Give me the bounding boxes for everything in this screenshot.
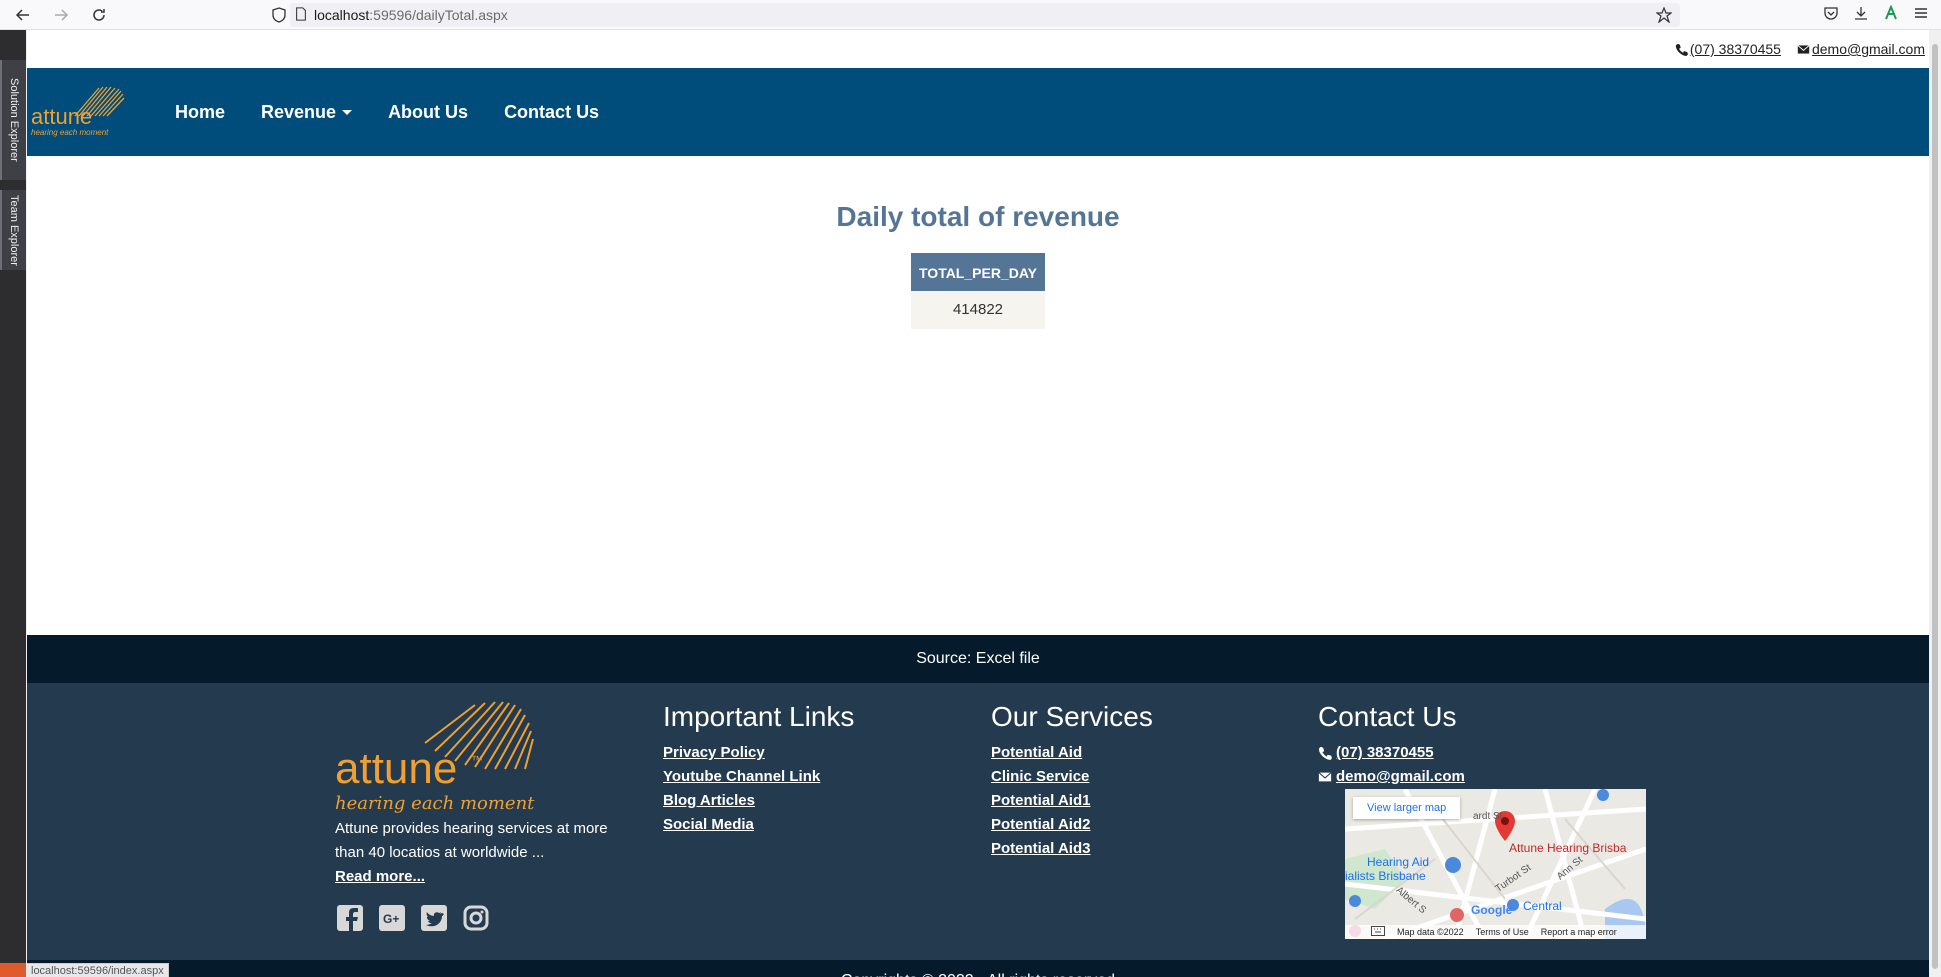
- scrollbar-thumb[interactable]: [1932, 44, 1938, 969]
- url-host: localhost: [314, 7, 370, 23]
- brand-name: attune: [31, 104, 93, 129]
- envelope-icon: [1318, 772, 1332, 782]
- bookmark-star-icon[interactable]: [1655, 6, 1673, 26]
- nav-contact[interactable]: Contact Us: [486, 102, 617, 123]
- copyright-bar: Copyrights © 2022 - All rights reserved: [27, 960, 1929, 977]
- footer-brand-tagline: hearing each moment: [335, 793, 535, 814]
- map-street1-label: ardt St: [1473, 811, 1503, 822]
- status-url-tooltip: localhost:59596/index.aspx: [27, 963, 169, 977]
- map-place-label: Attune Hearing Brisba: [1509, 841, 1627, 855]
- page-icon: [294, 6, 308, 24]
- read-more-link[interactable]: Read more...: [335, 865, 635, 889]
- ide-side-strip: Solution Explorer Team Explorer: [0, 30, 26, 977]
- menu-icon[interactable]: [1913, 5, 1929, 26]
- revenue-table: TOTAL_PER_DAY 414822: [911, 253, 1045, 329]
- top-phone-text: (07) 38370455: [1689, 41, 1781, 57]
- pocket-icon[interactable]: [1823, 5, 1839, 26]
- caret-down-icon: [342, 109, 353, 115]
- social-icons: G+: [335, 903, 635, 933]
- contact-title: Contact Us: [1318, 701, 1457, 732]
- solution-explorer-tab[interactable]: Solution Explorer: [0, 60, 26, 180]
- about-description: Attune provides hearing services at more…: [335, 820, 608, 861]
- service-potential-aid3[interactable]: Potential Aid3: [991, 837, 1153, 861]
- envelope-icon: [1797, 44, 1810, 54]
- back-icon[interactable]: [8, 0, 38, 30]
- page-scrollbar[interactable]: [1929, 30, 1941, 977]
- top-contact-bar: (07) 38370455 demo@gmail.com: [27, 30, 1929, 68]
- ide-corner-indicator: [0, 963, 26, 977]
- map-data-text: Map data ©2022: [1397, 927, 1464, 937]
- brand-tagline: hearing each moment: [31, 128, 109, 137]
- top-email-link[interactable]: demo@gmail.com: [1797, 41, 1925, 57]
- browser-actions: [1823, 0, 1941, 30]
- footer-links: Important Links Privacy Policy Youtube C…: [663, 701, 854, 837]
- footer-about: attune ™ hearing each moment Attune prov…: [335, 699, 635, 933]
- team-explorer-tab[interactable]: Team Explorer: [0, 190, 26, 270]
- service-clinic-service[interactable]: Clinic Service: [991, 765, 1153, 789]
- footer-brand-tm: ™: [471, 753, 483, 767]
- footer-about-text: Attune provides hearing services at more…: [335, 817, 635, 889]
- brand-logo[interactable]: attune hearing each moment: [27, 68, 157, 156]
- reload-icon[interactable]: [84, 0, 114, 30]
- svg-text:G+: G+: [383, 912, 399, 926]
- link-privacy-policy[interactable]: Privacy Policy: [663, 741, 854, 765]
- nav-home[interactable]: Home: [157, 102, 243, 123]
- url-path: :59596/dailyTotal.aspx: [369, 7, 508, 23]
- top-phone-link[interactable]: (07) 38370455: [1675, 41, 1781, 57]
- service-potential-aid[interactable]: Potential Aid: [991, 741, 1153, 765]
- footer: attune ™ hearing each moment Attune prov…: [27, 683, 1929, 960]
- address-bar[interactable]: localhost:59596/dailyTotal.aspx: [290, 3, 1680, 27]
- twitter-icon[interactable]: [419, 903, 449, 933]
- links-title: Important Links: [663, 701, 855, 732]
- map-google-logo: Google: [1471, 903, 1513, 917]
- browser-toolbar: localhost:59596/dailyTotal.aspx: [0, 0, 1941, 30]
- table-header: TOTAL_PER_DAY: [911, 253, 1045, 291]
- link-youtube-channel[interactable]: Youtube Channel Link: [663, 765, 854, 789]
- embedded-map[interactable]: View larger map Attune Hearing Brisba He…: [1345, 789, 1646, 939]
- phone-icon: [1675, 43, 1688, 56]
- footer-email-text: demo@gmail.com: [1336, 768, 1465, 785]
- footer-brand-name: attune: [335, 744, 458, 793]
- link-social-media[interactable]: Social Media: [663, 813, 854, 837]
- map-place3-label: ialists Brisbane: [1345, 869, 1426, 883]
- footer-phone-link[interactable]: (07) 38370455: [1318, 741, 1465, 765]
- service-potential-aid1[interactable]: Potential Aid1: [991, 789, 1153, 813]
- page-title: Daily total of revenue: [836, 201, 1120, 232]
- services-title: Our Services: [991, 701, 1153, 732]
- footer-phone-text: (07) 38370455: [1336, 744, 1434, 761]
- instagram-icon[interactable]: [461, 903, 491, 933]
- footer-services: Our Services Potential Aid Clinic Servic…: [991, 701, 1153, 861]
- nav-revenue-label: Revenue: [261, 101, 337, 122]
- main-navbar: attune hearing each moment Home Revenue …: [27, 68, 1929, 156]
- nav-menu: Home Revenue About Us Contact Us: [157, 102, 617, 123]
- nav-revenue-dropdown[interactable]: Revenue: [243, 102, 370, 123]
- phone-icon: [1318, 746, 1332, 760]
- download-icon[interactable]: [1853, 5, 1869, 26]
- top-email-text: demo@gmail.com: [1811, 41, 1925, 57]
- web-page: (07) 38370455 demo@gmail.com attune hear…: [27, 30, 1929, 977]
- map-central-label: Central: [1523, 899, 1562, 913]
- source-bar: Source: Excel file: [27, 635, 1929, 683]
- keyboard-icon[interactable]: [1371, 926, 1385, 938]
- link-blog-articles[interactable]: Blog Articles: [663, 789, 854, 813]
- footer-logo[interactable]: attune ™ hearing each moment: [335, 699, 595, 814]
- map-report-link[interactable]: Report a map error: [1541, 927, 1617, 937]
- table-cell: 414822: [911, 291, 1045, 329]
- facebook-icon[interactable]: [335, 903, 365, 933]
- map-terms-link[interactable]: Terms of Use: [1476, 927, 1529, 937]
- main-content: Daily total of revenue TOTAL_PER_DAY 414…: [27, 156, 1929, 635]
- forward-icon[interactable]: [46, 0, 76, 30]
- view-larger-map-link[interactable]: View larger map: [1353, 797, 1461, 819]
- extension-icon[interactable]: [1883, 3, 1899, 26]
- footer-email-link[interactable]: demo@gmail.com: [1318, 765, 1465, 789]
- service-potential-aid2[interactable]: Potential Aid2: [991, 813, 1153, 837]
- google-plus-icon[interactable]: G+: [377, 903, 407, 933]
- map-place2-label: Hearing Aid: [1367, 855, 1430, 869]
- map-attribution-bar: Map data ©2022 Terms of Use Report a map…: [1345, 925, 1646, 939]
- nav-about[interactable]: About Us: [370, 102, 486, 123]
- footer-contact: Contact Us (07) 38370455 demo@gmail.com: [1318, 701, 1465, 789]
